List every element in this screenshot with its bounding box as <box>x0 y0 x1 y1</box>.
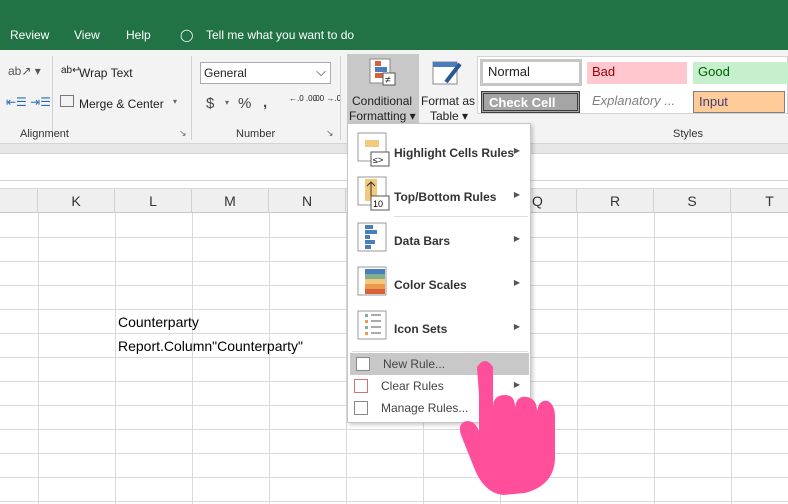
menu-item-label: Data Bars <box>394 234 451 248</box>
merge-dropdown-icon[interactable]: ▾ <box>173 97 177 106</box>
style-explanatory[interactable]: Explanatory ... <box>587 91 687 113</box>
number-launcher-icon[interactable]: ↘ <box>326 128 334 139</box>
merge-icon <box>60 95 74 107</box>
svg-text:≠: ≠ <box>385 75 391 86</box>
submenu-arrow-icon: ▶ <box>513 322 520 331</box>
tab-review[interactable]: Review <box>10 28 49 42</box>
cf-label-2: Formatting ▾ <box>349 109 416 123</box>
number-format-value: General <box>204 66 247 80</box>
column-header-l[interactable]: L <box>115 189 192 213</box>
column-header-s[interactable]: S <box>654 189 731 213</box>
decrease-decimal-button[interactable]: .00 →.0 <box>313 94 341 103</box>
lightbulb-icon: ◯ <box>180 28 194 42</box>
format-as-table-icon <box>432 61 462 85</box>
merge-center-button[interactable]: Merge & Center <box>79 97 164 111</box>
top-bottom-icon: 10 <box>357 176 390 211</box>
ribbon-tabs: Review View Help ◯ Tell me what you want… <box>0 0 788 50</box>
menu-icon-sets[interactable]: Icon Sets ▶ <box>348 306 530 350</box>
menu-item-label: Color Scales <box>394 278 467 292</box>
styles-group-label: Styles <box>673 128 703 140</box>
menu-top-bottom-rules[interactable]: 10 Top/Bottom Rules ▶ <box>348 172 530 216</box>
tell-me-search[interactable]: Tell me what you want to do <box>206 28 354 42</box>
cell-report-column[interactable]: Report.Column"Counterparty" <box>118 338 303 354</box>
tab-help[interactable]: Help <box>126 28 151 42</box>
menu-highlight-cells-rules[interactable]: ≤> Highlight Cells Rules ▶ <box>348 128 530 172</box>
style-bad[interactable]: Bad <box>587 62 687 84</box>
column-header-r[interactable]: R <box>577 189 654 213</box>
currency-button[interactable]: $ <box>206 95 214 112</box>
cell-counterparty[interactable]: Counterparty <box>118 314 199 330</box>
menu-item-label: Icon Sets <box>394 322 448 336</box>
wrap-text-button[interactable]: Wrap Text <box>79 66 133 80</box>
percent-button[interactable]: % <box>238 95 251 112</box>
alignment-group-label: Alignment <box>20 128 69 140</box>
column-header-k[interactable]: K <box>38 189 115 213</box>
style-good[interactable]: Good <box>693 62 788 84</box>
highlight-cells-icon: ≤> <box>357 132 390 167</box>
clear-rules-icon <box>354 379 368 393</box>
submenu-arrow-icon: ▶ <box>513 278 520 287</box>
manage-rules-icon <box>354 401 368 415</box>
svg-text:≤>: ≤> <box>373 155 383 165</box>
number-group-label: Number <box>236 128 276 140</box>
orientation-icon[interactable]: ab↗ ▾ <box>8 64 41 78</box>
style-check-cell[interactable]: Check Cell <box>481 91 580 113</box>
increase-decimal-button[interactable]: ←.0 .00 <box>289 94 317 103</box>
style-normal[interactable]: Normal <box>480 59 582 86</box>
menu-item-label: Highlight Cells Rules <box>394 146 515 160</box>
tab-view[interactable]: View <box>74 28 100 42</box>
new-rule-icon <box>356 357 370 371</box>
indent-icons[interactable]: ⇤☰ ⇥☰ <box>6 95 51 109</box>
color-scales-icon <box>357 266 387 296</box>
menu-color-scales[interactable]: Color Scales ▶ <box>348 262 530 306</box>
wrap-text-icon: ab↵ <box>61 65 81 76</box>
conditional-formatting-icon: ≠ <box>369 58 396 86</box>
currency-dropdown-icon[interactable]: ▾ <box>225 98 229 107</box>
svg-text:10: 10 <box>373 199 383 209</box>
chevron-down-icon: ⌵ <box>316 64 326 79</box>
fat-label-1[interactable]: Format as <box>421 94 475 108</box>
comma-button[interactable]: , <box>263 94 267 111</box>
menu-data-bars[interactable]: Data Bars ▶ <box>348 218 530 262</box>
submenu-arrow-icon: ▶ <box>513 190 520 199</box>
cf-label-1: Conditional <box>352 94 413 108</box>
conditional-formatting-button[interactable]: ≠ Conditional Formatting ▾ <box>347 54 419 124</box>
column-header-m[interactable]: M <box>192 189 269 213</box>
fat-label-2[interactable]: Table ▾ <box>430 109 468 123</box>
menu-item-label: Clear Rules <box>381 379 444 393</box>
alignment-launcher-icon[interactable]: ↘ <box>179 128 187 139</box>
menu-item-label: Top/Bottom Rules <box>394 190 497 204</box>
data-bars-icon <box>357 222 387 252</box>
menu-item-label: New Rule... <box>383 357 446 371</box>
hand-cursor-icon <box>459 361 555 495</box>
submenu-arrow-icon: ▶ <box>513 146 520 155</box>
number-format-select[interactable]: General ⌵ <box>200 62 331 84</box>
column-header-t[interactable]: T <box>731 189 788 213</box>
icon-sets-icon <box>357 310 387 340</box>
column-header-n[interactable]: N <box>269 189 346 213</box>
submenu-arrow-icon: ▶ <box>513 234 520 243</box>
style-input[interactable]: Input <box>693 91 785 113</box>
